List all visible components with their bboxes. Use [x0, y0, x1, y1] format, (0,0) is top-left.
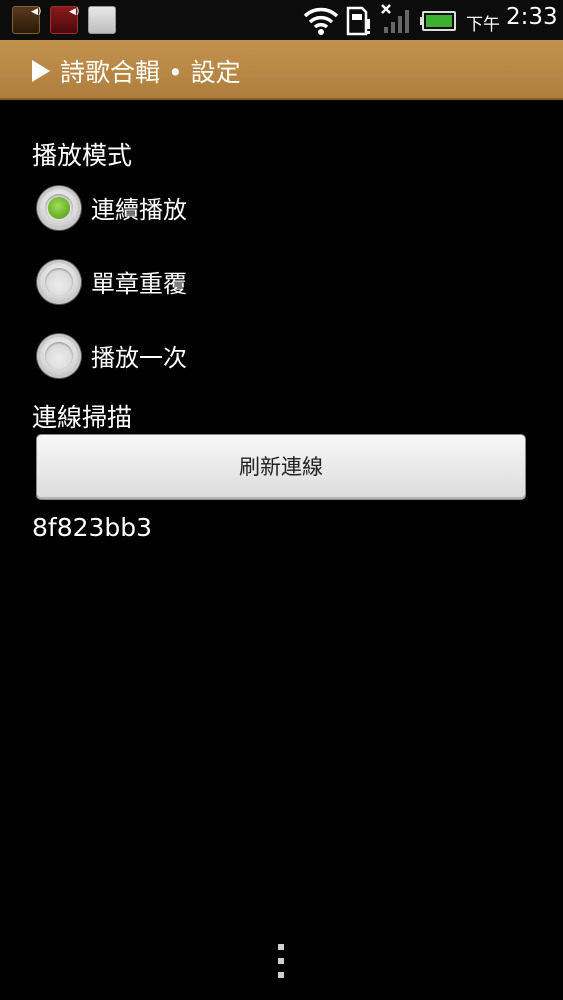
play-mode-label: 播放模式 [32, 141, 133, 170]
title-bar: 詩歌合輯 • 設定 [0, 40, 563, 100]
speaker-icon: ◀) [31, 7, 42, 17]
overflow-menu-icon[interactable] [276, 944, 286, 980]
radio-continuous-play[interactable]: 連續播放 [37, 184, 337, 234]
sd-card-icon [346, 6, 370, 36]
radio-label: 連續播放 [91, 196, 187, 224]
status-ampm: 下午 [466, 15, 500, 35]
menu-dot [278, 944, 284, 950]
signal-no-service-icon [381, 4, 409, 33]
page-title: 詩歌合輯 • 設定 [60, 58, 241, 87]
notification-app-3-icon[interactable] [88, 6, 116, 34]
radio-label: 播放一次 [91, 344, 187, 372]
radio-unselected-icon[interactable] [37, 334, 81, 378]
status-bar: ◀) ◀) 下午 2:33 [0, 0, 563, 40]
play-arrow-icon[interactable] [32, 60, 50, 82]
radio-play-once[interactable]: 播放一次 [37, 332, 337, 382]
battery-icon [420, 11, 456, 31]
refresh-connection-button[interactable]: 刷新連線 [36, 434, 526, 500]
status-time: 2:33 [506, 4, 558, 30]
radio-unselected-icon[interactable] [37, 260, 81, 304]
radio-ring [45, 342, 73, 370]
device-id: 8f823bb3 [32, 513, 153, 542]
radio-selected-icon[interactable] [37, 186, 81, 230]
wifi-icon [303, 7, 339, 35]
menu-dot [278, 958, 284, 964]
speaker-icon: ◀) [69, 7, 80, 17]
radio-repeat-chapter[interactable]: 單章重覆 [37, 258, 337, 308]
radio-ring [45, 268, 73, 296]
connection-scan-label: 連線掃描 [32, 403, 133, 432]
radio-dot [48, 197, 70, 219]
menu-dot [278, 972, 284, 978]
radio-label: 單章重覆 [91, 270, 187, 298]
